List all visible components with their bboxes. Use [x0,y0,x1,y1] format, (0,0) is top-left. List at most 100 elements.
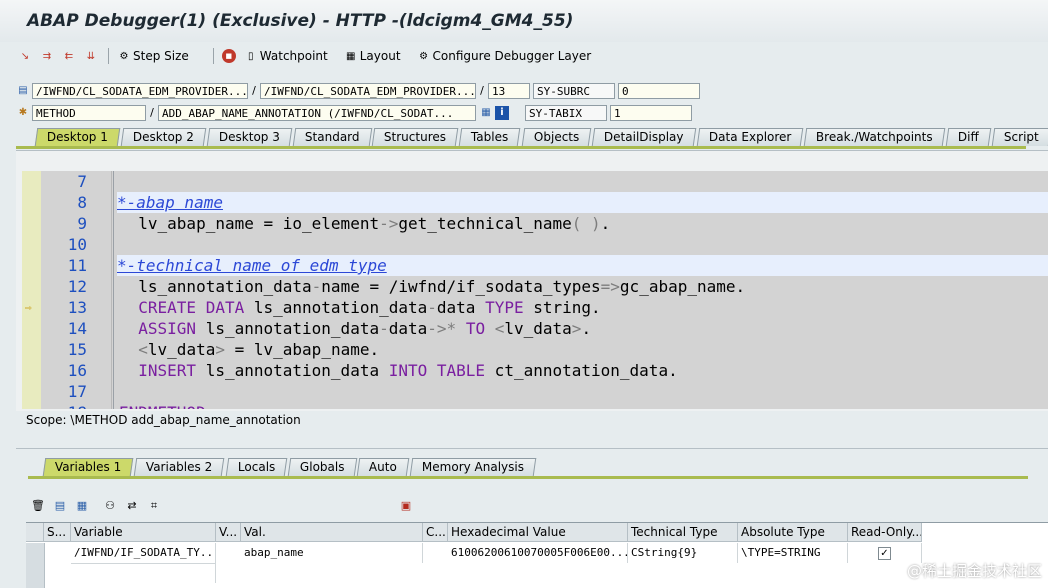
program-field[interactable]: /IWFND/CL_SODATA_EDM_PROVIDER... [32,82,248,99]
grid-corner[interactable] [26,523,44,542]
single-step-icon[interactable]: ↘ [18,49,32,63]
program-icon: ▤ [18,85,28,96]
configure-icon: ⚙ [419,50,429,62]
layout-button[interactable]: ▦ Layout [344,49,401,63]
details-icon[interactable]: ▤ [52,499,68,513]
code-line: 14 ASSIGN ls_annotation_data-data->* TO … [67,319,592,338]
method-info-row: ✱ METHOD / ADD_ABAP_NAME_ANNOTATION (/IW… [16,103,692,122]
absolute-type-cell[interactable]: \TYPE=STRING [738,543,848,563]
variables-toolbar: 🗑 ▤ ▦ ⚇ ⇄ ⌗ ▣ [30,499,420,513]
separator-slash: / [150,106,154,119]
stop-icon[interactable]: ■ [221,49,236,63]
variable-name-cell[interactable]: /IWFND/IF_SODATA_TY... [71,543,216,563]
column-header-c[interactable]: C... [423,523,448,542]
source-icon[interactable]: ▦ [479,106,493,120]
code-line: 8 *-abap name [22,192,1048,213]
sysfield-name[interactable]: SY-SUBRC [533,82,615,99]
code-line: 17 [67,382,87,401]
empty-input-cell[interactable] [71,563,216,583]
code-line: 9 lv_abap_name = io_element->get_technic… [77,214,611,233]
tab-detail-display[interactable]: DetailDisplay [591,128,696,146]
continue-icon[interactable]: ⇊ [84,49,98,63]
column-header-technical-type[interactable]: Technical Type [628,523,738,542]
code-line: 15 <lv_data> = lv_abap_name. [67,340,380,359]
tab-standard[interactable]: Standard [292,128,372,146]
sysfield-value-2[interactable]: 1 [610,104,692,121]
variables-tabstrip: Variables 1 Variables 2 Locals Globals A… [42,458,538,476]
delete-icon[interactable]: 🗑 [30,499,46,513]
tab-diff[interactable]: Diff [945,128,991,146]
sysfield-name-2[interactable]: SY-TABIX [525,104,607,121]
technical-type-cell[interactable]: CString{9} [628,543,738,563]
tab-variables-1[interactable]: Variables 1 [42,458,134,476]
tab-break-watchpoints[interactable]: Break./Watchpoints [803,128,946,146]
tab-memory-analysis[interactable]: Memory Analysis [410,458,537,476]
tab-script[interactable]: Script [991,128,1048,146]
execute-icon[interactable]: ⇉ [40,49,54,63]
code-line: 10 [67,235,87,254]
variable-value-cell[interactable]: abap_name [241,543,423,563]
save-icon[interactable]: ▣ [398,499,414,513]
desktop-tabstrip: Desktop 1 Desktop 2 Desktop 3 Standard S… [34,128,1048,146]
line-number-field[interactable]: 13 [488,82,530,99]
settings-icon[interactable]: ⌗ [146,499,162,513]
row-selector[interactable] [26,543,45,588]
event-name-field[interactable]: ADD_ABAP_NAME_ANNOTATION (/IWFND/CL_SODA… [158,104,476,121]
tab-desktop-3[interactable]: Desktop 3 [206,128,293,146]
sysfield-value[interactable]: 0 [618,82,700,99]
watchpoint-button[interactable]: ▯ Watchpoint [244,49,328,63]
method-icon: ✱ [18,107,28,118]
document-icon: ▯ [248,50,254,62]
code-line: 11 *-technical name of edm type [22,255,1048,276]
hex-value-cell[interactable]: 61006200610070005F006E00... [448,543,628,563]
tab-desktop-2[interactable]: Desktop 2 [120,128,207,146]
source-code-viewer[interactable]: 7 8 *-abap name 9 lv_abap_name = io_eleme… [22,171,1048,409]
current-line-arrow-icon: ⇨ [25,301,32,314]
tab-data-explorer[interactable]: Data Explorer [696,128,804,146]
variables-grid[interactable]: S... Variable V... Val. C... Hexadecimal… [26,522,1048,588]
tab-locals[interactable]: Locals [225,458,288,476]
code-line: 7 [77,172,87,191]
window-title: ABAP Debugger(1) (Exclusive) - HTTP -(ld… [27,11,574,31]
separator-slash: / [480,84,484,97]
variables-tabstrip-underline [28,476,1028,479]
hierarchy-icon[interactable]: ⚇ [102,499,118,513]
layout-icon: ▦ [346,50,356,62]
event-type-field[interactable]: METHOD [32,104,146,121]
column-header-s[interactable]: S... [44,523,71,542]
program-info-row: ▤ /IWFND/CL_SODATA_EDM_PROVIDER... / /IW… [16,81,700,100]
code-line: 18ENDMETHOD. [22,402,1048,409]
column-header-hex[interactable]: Hexadecimal Value [448,523,628,542]
scope-label: Scope: \METHOD add_abap_name_annotation [26,413,301,427]
tabstrip-underline [16,146,1026,149]
tab-tables[interactable]: Tables [459,128,522,146]
column-header-value[interactable]: Val. [241,523,423,542]
column-header-variable[interactable]: Variable [71,523,216,542]
tab-variables-2[interactable]: Variables 2 [134,458,225,476]
tab-auto[interactable]: Auto [357,458,410,476]
current-code-line: ⇨ 13 CREATE DATA ls_annotation_data-data … [25,298,601,317]
separator-slash: / [252,84,256,97]
configure-layer-button[interactable]: ⚙ Configure Debugger Layer [417,49,591,63]
tab-structures[interactable]: Structures [372,128,459,146]
transfer-icon[interactable]: ⇄ [124,499,140,513]
watermark: @稀土掘金技术社区 [906,562,1042,580]
toolbar-separator [108,48,109,64]
table-view-icon[interactable]: ▦ [74,499,90,513]
column-header-read-only[interactable]: Read-Only... [848,523,922,542]
info-icon[interactable]: i [495,105,509,120]
column-header-absolute-type[interactable]: Absolute Type [738,523,848,542]
return-icon[interactable]: ⇇ [62,49,76,63]
code-line: 16 INSERT ls_annotation_data INTO TABLE … [67,361,678,380]
toolbar-separator [212,48,214,64]
debugger-toolbar: ↘ ⇉ ⇇ ⇊ ⚙ Step Size ■ ▯ Watchpoint ▦ Layout… [18,44,607,68]
include-field[interactable]: /IWFND/CL_SODATA_EDM_PROVIDER... [260,82,476,99]
tab-objects[interactable]: Objects [521,128,592,146]
step-size-button[interactable]: ⚙ Step Size [117,49,189,63]
step-size-icon: ⚙ [119,50,129,62]
tab-globals[interactable]: Globals [287,458,357,476]
read-only-checkbox[interactable]: ✓ [878,547,891,560]
tab-desktop-1[interactable]: Desktop 1 [34,128,121,146]
window-titlebar: ABAP Debugger(1) (Exclusive) - HTTP -(ld… [0,0,1048,42]
column-header-v[interactable]: V... [216,523,241,542]
